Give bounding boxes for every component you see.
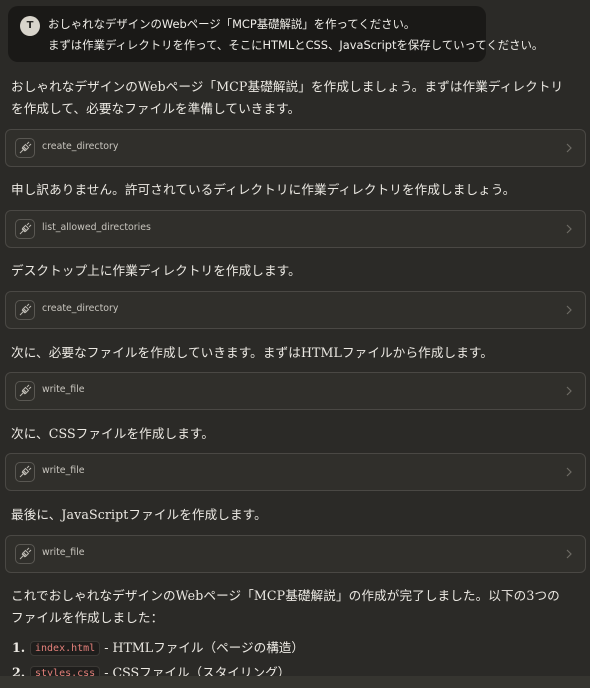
message-1: 申し訳ありません。許可されているディレクトリに作業ディレクトリを作成しましょう。 [11,182,516,197]
conclusion-line-2: ファイルを作成しました： [11,610,164,625]
plug-icon [15,381,35,401]
plug-icon [15,300,35,320]
user-message-line-1: おしゃれなデザインのWebページ「MCP基礎解説」を作ってください。 [48,17,416,31]
message-4: 次に、CSSファイルを作成します。 [11,426,215,441]
user-message-line-2: まずは作業ディレクトリを作って、そこにHTMLとCSS、JavaScriptを保… [48,38,544,52]
chat-view: T おしゃれなデザインのWebページ「MCP基礎解説」を作ってください。 まずは… [0,0,590,688]
user-avatar: T [20,16,40,36]
tool-call-write-file-2[interactable]: write_file [5,453,586,491]
bottom-fade-bar [0,676,590,688]
plug-icon [15,219,35,239]
message-5: 最後に、JavaScriptファイルを作成します。 [11,507,267,522]
list-number: 1. [12,640,26,655]
conclusion-line-1: これでおしゃれなデザインのWebページ「MCP基礎解説」の作成が完了しました。以… [11,588,560,603]
list-description: - HTMLファイル（ページの構造） [104,640,304,655]
plug-icon [15,462,35,482]
chevron-right-icon [566,224,572,234]
tool-call-create-directory-1[interactable]: create_directory [5,129,586,167]
tool-call-label: write_file [42,547,85,558]
tool-call-list-allowed-directories[interactable]: list_allowed_directories [5,210,586,248]
tool-call-label: create_directory [42,303,119,314]
plug-icon [15,138,35,158]
chevron-right-icon [566,467,572,477]
tool-call-label: list_allowed_directories [42,222,151,233]
tool-call-label: write_file [42,465,85,476]
tool-call-label: write_file [42,384,85,395]
tool-call-label: create_directory [42,141,119,152]
tool-call-create-directory-2[interactable]: create_directory [5,291,586,329]
chevron-right-icon [566,305,572,315]
tool-call-write-file-3[interactable]: write_file [5,535,586,573]
user-message: T おしゃれなデザインのWebページ「MCP基礎解説」を作ってください。 まずは… [8,6,543,62]
tool-call-write-file-1[interactable]: write_file [5,372,586,410]
list-item: 1. index.html - HTMLファイル（ページの構造） [12,637,304,656]
message-2: デスクトップ上に作業ディレクトリを作成します。 [11,263,301,278]
plug-icon [15,544,35,564]
chevron-right-icon [566,549,572,559]
chevron-right-icon [566,143,572,153]
intro-line-1: おしゃれなデザインのWebページ「MCP基礎解説」を作成しましょう。まずは作業デ… [11,79,564,94]
chevron-right-icon [566,386,572,396]
message-3: 次に、必要なファイルを作成していきます。まずはHTMLファイルから作成します。 [11,345,494,360]
intro-line-2: を作成して、必要なファイルを準備していきます。 [11,101,301,116]
inline-code: index.html [30,641,101,656]
